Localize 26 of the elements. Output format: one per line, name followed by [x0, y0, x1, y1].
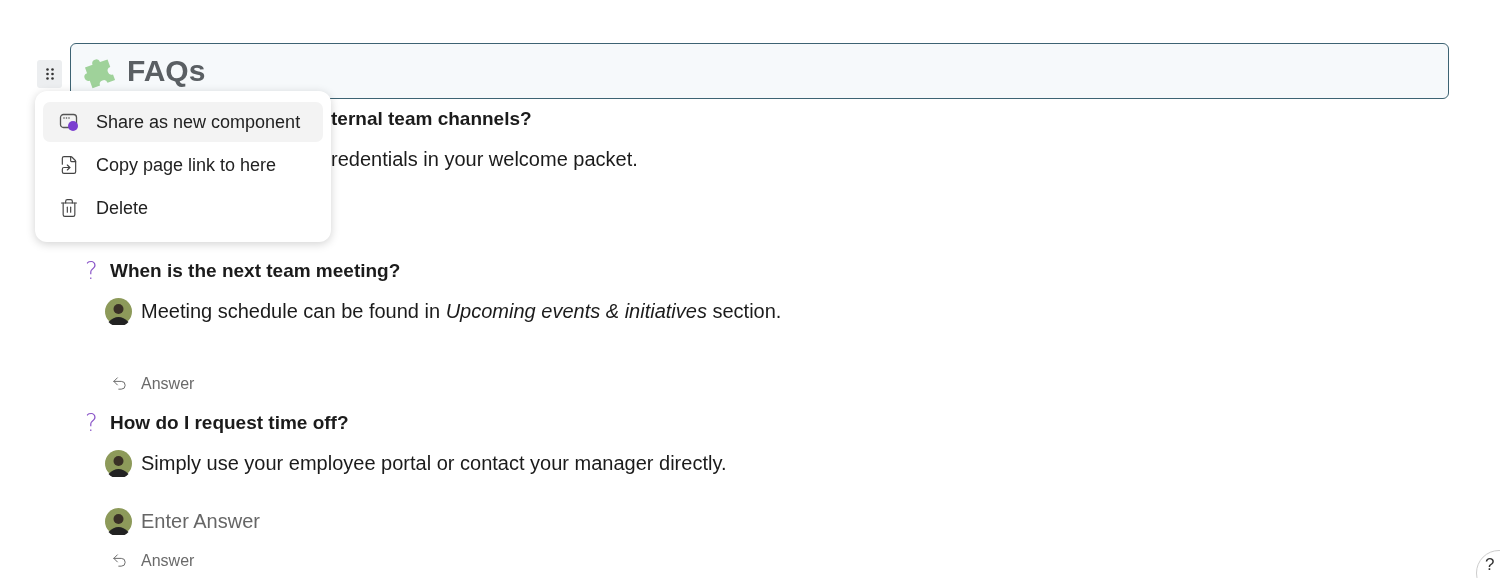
menu-item[interactable]: Share as new component — [43, 102, 323, 142]
reply-icon — [111, 552, 128, 569]
avatar — [105, 449, 132, 477]
answer-text: redentials in your welcome packet. — [331, 147, 638, 171]
avatar — [105, 507, 132, 535]
answer-text: Simply use your employee portal or contact your manager directly. — [141, 451, 727, 475]
block-title: FAQs — [127, 54, 206, 88]
answer-text: Meeting schedule can be found in Upcoming events & initiatives section. — [141, 299, 782, 323]
drag-icon — [45, 68, 54, 80]
menu-item[interactable]: Delete — [43, 188, 323, 228]
help-button[interactable]: ? — [1476, 550, 1500, 578]
component-icon — [59, 112, 79, 132]
reply-icon — [111, 375, 128, 392]
answer-link[interactable]: Answer — [80, 541, 195, 578]
question-text: When is the next team meeting? — [110, 260, 401, 282]
question-text: ternal team channels? — [331, 108, 532, 130]
question-mark-icon: ? — [80, 409, 110, 437]
question-text: How do I request time off? — [110, 412, 349, 434]
answer-link[interactable]: Answer — [80, 364, 195, 403]
drag-handle[interactable] — [37, 60, 62, 88]
answer-input[interactable]: Enter Answer — [141, 509, 301, 533]
menu-item[interactable]: Copy page link to here — [43, 145, 323, 185]
file-link-icon — [59, 155, 79, 175]
question-mark-icon: ? — [80, 257, 110, 285]
avatar — [105, 297, 132, 325]
trash-icon — [59, 198, 79, 218]
